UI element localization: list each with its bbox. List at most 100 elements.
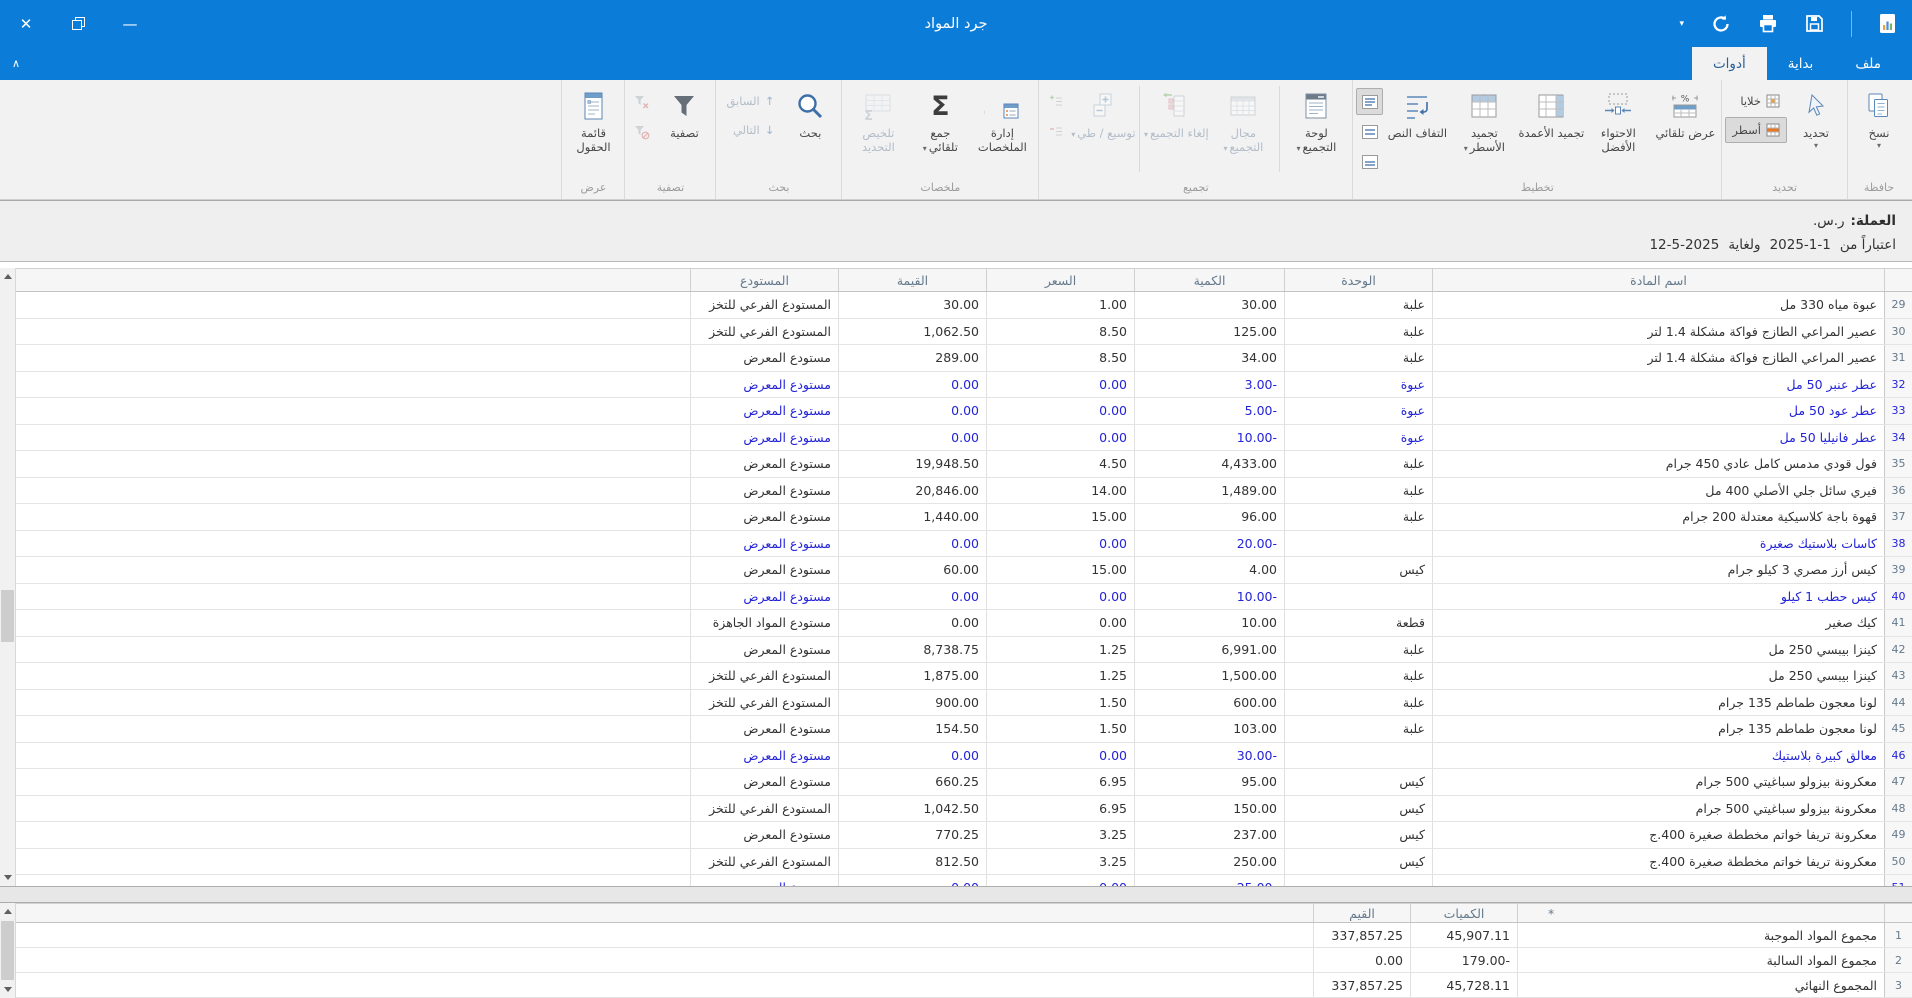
cell-unit [1284,583,1432,609]
search-button[interactable]: بحث [782,83,838,140]
column-header-unit[interactable]: الوحدة [1284,269,1432,291]
collapse-all-button [1042,118,1069,145]
row-number: 38 [1884,530,1912,556]
app-icon [1879,13,1896,34]
wrap-text-button[interactable]: التفاف النص [1384,83,1450,140]
table-row[interactable]: 34 عطر فانيليا 50 مل عبوة 10.00- 0.00 0.… [16,424,1912,451]
table-row[interactable]: 38 كاسات بلاستيك صغيرة 20.00- 0.00 0.00 … [16,530,1912,557]
cell-quantity: 125.00 [1134,318,1284,344]
auto-width-button[interactable]: % عرض تلقائي [1652,83,1718,141]
totals-row[interactable]: 2 مجموع المواد السالبة 179.00- 0.00 [16,948,1912,973]
cell-price: 0.00 [986,610,1134,636]
table-row[interactable]: 32 عطر عنبر 50 مل عبوة 3.00- 0.00 0.00 م… [16,371,1912,398]
row-compact-button[interactable] [1356,148,1383,175]
manage-summaries-button[interactable]: Σ إدارة الملخصات [969,83,1035,154]
cell-value: 0.00 [838,371,986,397]
table-row[interactable]: 29 عبوة مياه 330 مل علبة 30.00 1.00 30.0… [16,292,1912,319]
column-header-warehouse[interactable]: المستودع [690,269,838,291]
table-row[interactable]: 40 كيس حطب 1 كيلو 10.00- 0.00 0.00 مستود… [16,583,1912,610]
row-number: 40 [1884,583,1912,609]
table-row[interactable]: 43 كينزا بيبسي 250 مل علبة 1,500.00 1.25… [16,663,1912,690]
ribbon-tab[interactable]: بداية [1767,47,1835,80]
table-row[interactable]: 51 25.00- 0.00 0.00 مستودع المعرض [16,875,1912,886]
ribbon-tab[interactable]: أدوات [1691,47,1767,80]
table-row[interactable]: 48 معكرونة بيزولو سباغيتي 500 جرام كيس 1… [16,795,1912,822]
cell-warehouse: المستودع الفرعي للتخز [690,292,838,318]
copy-icon [1863,86,1895,126]
scroll-down-button[interactable] [0,869,15,886]
print-icon [1760,15,1776,33]
scroll-up-button[interactable] [0,903,15,920]
row-number: 3 [1884,973,1912,997]
table-row[interactable]: 37 قهوة باجة كلاسيكية معتدلة 200 جرام عل… [16,504,1912,531]
table-row[interactable]: 39 كيس أرز مصري 3 كيلو جرام كيس 4.00 15.… [16,557,1912,584]
ribbon-group-label: تحديد [1772,181,1798,194]
scroll-down-button[interactable] [0,981,15,998]
rows-button[interactable]: أسطر [1725,117,1787,143]
table-row[interactable]: 49 معكرونة تريفا خواتم مخططة صغيرة 400.ج… [16,822,1912,849]
titlebar-separator [1851,10,1852,37]
cell-warehouse: مستودع المواد الجاهزة [690,610,838,636]
grid-splitter[interactable] [0,886,1912,903]
grouping-panel-button[interactable]: لوحة التجميع▾ [1283,83,1349,154]
best-fit-button[interactable]: الاحتواء الأفضل [1585,83,1651,154]
titlebar-dropdown-button[interactable]: ▾ [1679,19,1684,29]
table-row[interactable]: 41 كيك صغير قطعة 10.00 0.00 0.00 مستودع … [16,610,1912,637]
ribbon-group-selection: تحديد ▾ خلايا أسطر تحديد [1721,80,1847,199]
table-row[interactable]: 36 فيري سائل جلي الأصلي 400 مل علبة 1,48… [16,477,1912,504]
totals-row[interactable]: 3 المجموع النهائي 45,728.11 337,857.25 [16,973,1912,998]
select-button[interactable]: تحديد ▾ [1788,83,1844,151]
cell-value: 0.00 [838,875,986,886]
table-row[interactable]: 30 عصير المراعي الطازج فواكة مشكلة 1.4 ل… [16,318,1912,345]
cells-button[interactable]: خلايا [1725,88,1787,114]
table-row[interactable]: 46 معالق كبيرة بلاستيك 30.00- 0.00 0.00 … [16,742,1912,769]
table-row[interactable]: 42 كينزا بيبسي 250 مل علبة 6,991.00 1.25… [16,636,1912,663]
refresh-button[interactable] [1711,14,1731,34]
cell-quantity: 34.00 [1134,345,1284,371]
scrollbar-thumb[interactable] [1,590,14,642]
table-row[interactable]: 50 معكرونة تريفا خواتم مخططة صغيرة 400.ج… [16,848,1912,875]
ribbon-tab-label: ملف [1855,55,1881,72]
row-height-button[interactable] [1356,118,1383,145]
row-number: 29 [1884,292,1912,318]
column-header-value[interactable]: القيمة [838,269,986,291]
cell-warehouse: المستودع الفرعي للتخز [690,795,838,821]
cell-material-name: فيري سائل جلي الأصلي 400 مل [1432,477,1884,503]
cell-unit: عبوة [1284,424,1432,450]
print-button[interactable] [1758,14,1778,33]
ribbon-group-summaries: Σ إدارة الملخصات Σ جمع تلقائي▾ Σ تلخيص ا… [841,80,1038,199]
cell-quantity: 3.00- [1134,371,1284,397]
filter-button[interactable]: تصفية [656,83,712,140]
row-auto-height-button[interactable] [1356,88,1384,115]
totals-grid-scrollbar[interactable] [0,903,16,998]
table-row[interactable]: 33 عطر عود 50 مل عبوة 5.00- 0.00 0.00 مس… [16,398,1912,425]
column-header-price[interactable]: السعر [986,269,1134,291]
cell-filler [16,973,1313,997]
table-row[interactable]: 31 عصير المراعي الطازج فواكة مشكلة 1.4 ل… [16,345,1912,372]
cell-price: 1.00 [986,292,1134,318]
cell-filler [16,478,690,504]
freeze-rows-button[interactable]: تجميد الأسطر▾ [1451,83,1517,154]
table-row[interactable]: 35 فول قودي مدمس كامل عادي 450 جرام علبة… [16,451,1912,478]
copy-button[interactable]: نسخ ▾ [1851,83,1907,151]
cell-quantity: 30.00 [1134,292,1284,318]
cell-value: 1,440.00 [838,504,986,530]
collapse-ribbon-button[interactable]: ∧ [12,47,20,80]
scrollbar-thumb[interactable] [1,921,14,980]
autosum-button[interactable]: Σ جمع تلقائي▾ [912,83,968,155]
freeze-columns-button[interactable]: تجميد الأعمدة [1518,83,1584,140]
main-grid-scrollbar[interactable] [0,268,16,886]
cell-warehouse: مستودع المعرض [690,557,838,583]
field-list-button[interactable]: قائمة الحقول [565,83,621,154]
column-header-quantity[interactable]: الكمية [1134,269,1284,291]
table-row[interactable]: 45 لونا معجون طماطم 135 جرام علبة 103.00… [16,716,1912,743]
totals-row[interactable]: 1 مجموع المواد الموجبة 45,907.11 337,857… [16,923,1912,948]
column-header-material-name[interactable]: اسم المادة [1432,269,1884,291]
scroll-up-button[interactable] [0,268,15,285]
save-button[interactable] [1805,14,1824,33]
table-row[interactable]: 47 معكرونة بيزولو سباغيتي 500 جرام كيس 9… [16,769,1912,796]
row-number: 31 [1884,345,1912,371]
cell-material-name: عطر فانيليا 50 مل [1432,424,1884,450]
ribbon-tab[interactable]: ملف [1834,47,1902,80]
table-row[interactable]: 44 لونا معجون طماطم 135 جرام علبة 600.00… [16,689,1912,716]
